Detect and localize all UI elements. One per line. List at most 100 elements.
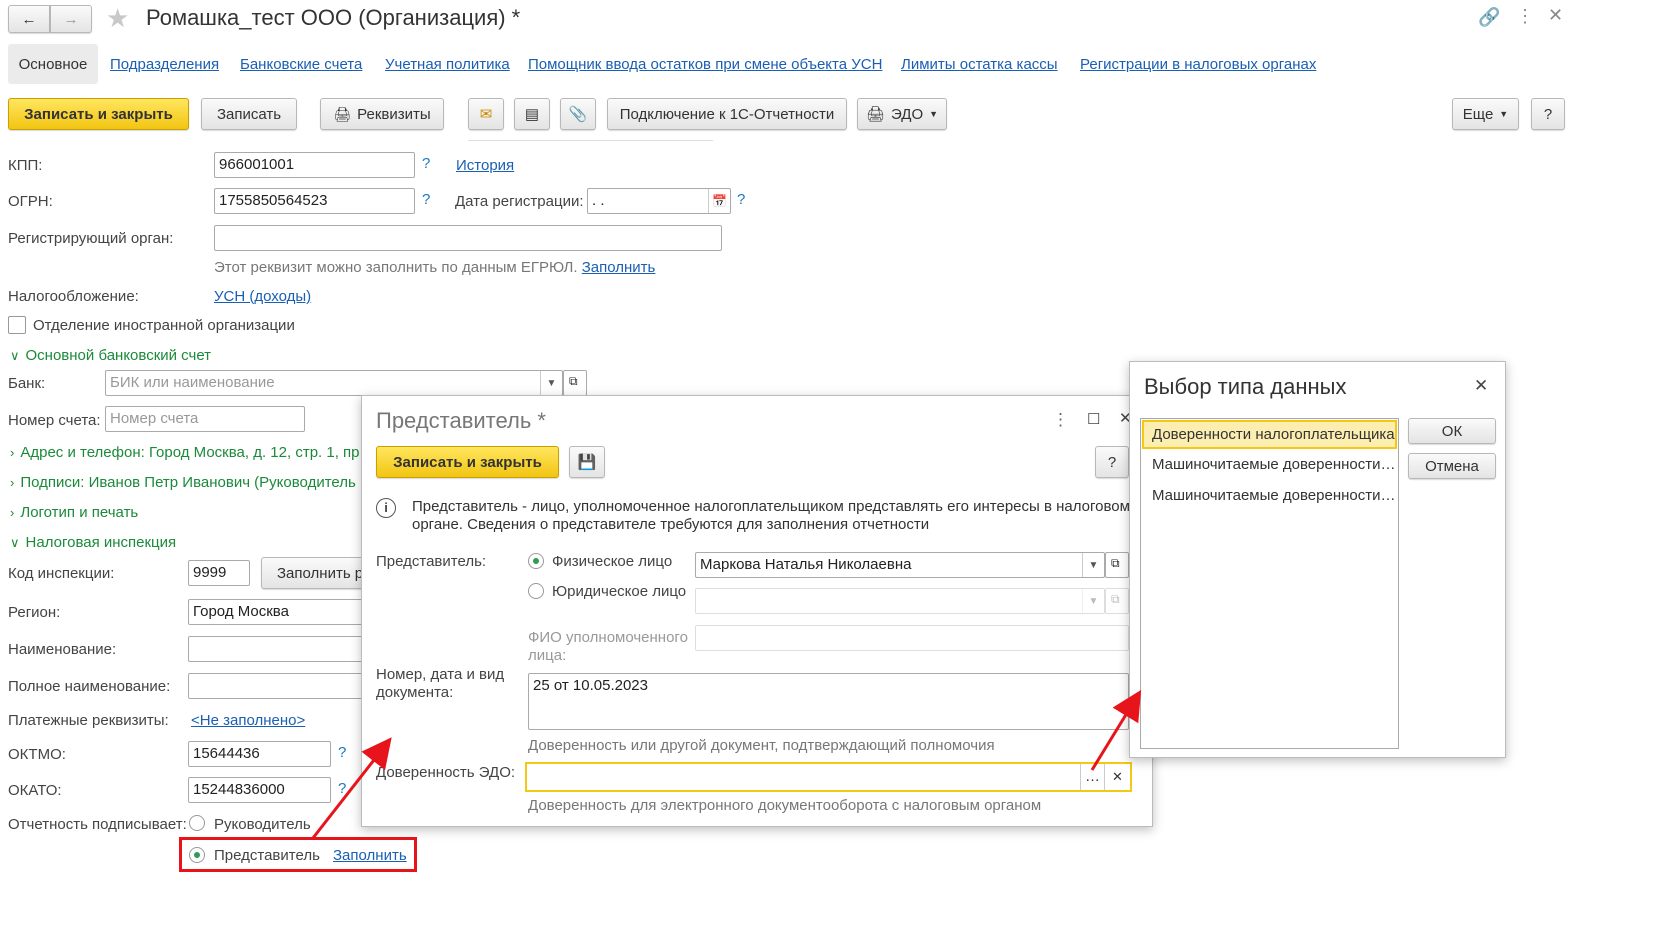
dropdown-icon[interactable]: ▼ — [540, 371, 562, 395]
open-icon: ⧉ — [1111, 592, 1120, 606]
window-title: Ромашка_тест ООО (Организация) * — [146, 5, 521, 30]
list-item[interactable]: Машиночитаемые доверенности… — [1142, 483, 1397, 512]
star-icon[interactable]: ★ — [106, 3, 129, 34]
requisites-button[interactable]: 🖨 Реквизиты — [320, 98, 444, 130]
legal-field[interactable]: ▼ — [695, 588, 1105, 614]
okato-help-icon[interactable]: ? — [338, 780, 346, 797]
fio-label: ФИО уполномоченного лица: — [528, 629, 688, 664]
signatures-section-header[interactable]: › Подписи: Иванов Петр Иванович (Руководи… — [10, 474, 362, 491]
legal-radio[interactable] — [528, 583, 544, 599]
dropdown-icon[interactable]: ▼ — [1082, 553, 1104, 577]
tab-tax-registrations[interactable]: Регистрации в налоговых органах — [1080, 56, 1316, 73]
kpp-field[interactable]: 966001001 — [214, 152, 415, 178]
ok-button[interactable]: ОК — [1408, 418, 1496, 444]
tax-office-section-header[interactable]: ∨ Налоговая инспекция — [10, 534, 176, 551]
rep-save-icon-button[interactable]: 💾 — [569, 446, 605, 478]
doc-field[interactable]: 25 от 10.05.2023 — [528, 673, 1129, 730]
individual-open-button[interactable]: ⧉ — [1105, 552, 1129, 578]
mail-button[interactable]: ✉ — [468, 98, 504, 130]
history-link[interactable]: История — [456, 157, 514, 174]
logo-section-header[interactable]: › Логотип и печать — [10, 504, 138, 521]
connect-reporting-button[interactable]: Подключение к 1С-Отчетности — [607, 98, 847, 130]
tab-accounting-policy[interactable]: Учетная политика — [385, 56, 510, 73]
oktmo-label: ОКТМО: — [8, 746, 66, 763]
link-icon[interactable]: 🔗 — [1478, 7, 1500, 28]
bank-open-button[interactable]: ⧉ — [563, 370, 587, 396]
account-field[interactable]: Номер счета — [105, 406, 305, 432]
kpp-help-icon[interactable]: ? — [422, 155, 430, 172]
save-button[interactable]: Записать — [201, 98, 297, 130]
region-field[interactable]: Город Москва — [188, 599, 368, 625]
chevron-right-icon: › — [10, 505, 15, 520]
reg-date-field[interactable]: . . 📅 — [587, 188, 731, 214]
tab-cash-limits[interactable]: Лимиты остатка кассы — [901, 56, 1058, 73]
oktmo-help-icon[interactable]: ? — [338, 744, 346, 761]
tab-main[interactable]: Основное — [8, 44, 98, 84]
close-icon[interactable]: ✕ — [1474, 376, 1488, 396]
back-button[interactable]: ← — [8, 5, 50, 33]
chevron-down-icon: ∨ — [10, 348, 20, 363]
account-label: Номер счета: — [8, 412, 101, 429]
ifns-code-field[interactable]: 9999 — [188, 560, 250, 586]
tab-bank-accounts[interactable]: Банковские счета — [240, 56, 362, 73]
name-field[interactable] — [188, 636, 368, 662]
signs-rep-radio[interactable] — [189, 847, 205, 863]
payment-link[interactable]: <Не заполнено> — [191, 712, 305, 729]
tab-usn-assistant[interactable]: Помощник ввода остатков при смене объект… — [528, 56, 882, 73]
ellipsis-button[interactable]: … — [1080, 764, 1104, 790]
rep-help-button[interactable]: ? — [1095, 446, 1129, 478]
menu-dots-icon[interactable]: ⋮ — [1052, 410, 1069, 430]
individual-field[interactable]: Маркова Наталья Николаевна ▼ — [695, 552, 1105, 578]
type-dialog-title: Выбор типа данных — [1144, 374, 1347, 399]
list-item[interactable]: Машиночитаемые доверенности… — [1142, 452, 1397, 481]
reg-organ-field[interactable] — [214, 225, 722, 251]
address-section-header[interactable]: › Адрес и телефон: Город Москва, д. 12, с… — [10, 444, 362, 461]
save-and-close-button[interactable]: Записать и закрыть — [8, 98, 189, 130]
tab-divisions[interactable]: Подразделения — [110, 56, 219, 73]
chevron-down-icon: ▼ — [929, 109, 939, 119]
individual-label: Физическое лицо — [552, 553, 673, 570]
reg-date-label: Дата регистрации: — [455, 193, 584, 210]
legal-open-button[interactable]: ⧉ — [1105, 588, 1129, 614]
fill-requisites-button[interactable]: Заполнить р — [261, 557, 371, 589]
okato-field[interactable]: 15244836000 — [188, 777, 331, 803]
menu-dots-icon[interactable]: ⋮ — [1516, 6, 1534, 27]
ogrn-field[interactable]: 1755850564523 — [214, 188, 415, 214]
open-icon: ⧉ — [569, 374, 578, 388]
close-icon[interactable]: ✕ — [1548, 5, 1563, 26]
bank-section-header[interactable]: ∨ Основной банковский счет — [10, 347, 211, 364]
maximize-icon[interactable]: ☐ — [1087, 410, 1100, 428]
ogrn-help-icon[interactable]: ? — [422, 191, 430, 208]
individual-radio[interactable] — [528, 553, 544, 569]
list-button[interactable]: ▤ — [514, 98, 550, 130]
signs-label: Отчетность подписывает: — [8, 816, 187, 833]
signs-head-radio[interactable] — [189, 815, 205, 831]
forward-button[interactable]: → — [50, 5, 92, 33]
help-button[interactable]: ? — [1531, 98, 1565, 130]
calendar-icon[interactable]: 📅 — [708, 189, 730, 213]
signs-fill-link[interactable]: Заполнить — [333, 847, 407, 864]
list-item[interactable]: Доверенности налогоплательщика — [1142, 420, 1397, 449]
rep-save-close-button[interactable]: Записать и закрыть — [376, 446, 559, 478]
attach-button[interactable]: 📎 — [560, 98, 596, 130]
egrul-fill-link[interactable]: Заполнить — [582, 259, 656, 276]
tax-system-link[interactable]: УСН (доходы) — [214, 288, 311, 305]
chevron-right-icon: › — [10, 475, 15, 490]
rep-label: Представитель: — [376, 553, 487, 570]
edo-button[interactable]: 🖨 ЭДО ▼ — [857, 98, 947, 130]
fio-field[interactable] — [695, 625, 1129, 651]
reg-date-help-icon[interactable]: ? — [737, 191, 745, 208]
toolbar-divider — [468, 140, 713, 141]
edo-field[interactable]: … ✕ — [525, 762, 1132, 792]
fullname-field[interactable] — [188, 673, 368, 699]
dropdown-icon[interactable]: ▼ — [1082, 589, 1104, 613]
cancel-button[interactable]: Отмена — [1408, 453, 1496, 479]
kpp-label: КПП: — [8, 157, 43, 174]
clear-icon[interactable]: ✕ — [1104, 764, 1130, 790]
bank-field[interactable]: БИК или наименование ▼ — [105, 370, 563, 396]
chevron-down-icon: ∨ — [10, 535, 20, 550]
more-button[interactable]: Еще ▼ — [1452, 98, 1519, 130]
type-list[interactable]: Доверенности налогоплательщика Машиночит… — [1140, 418, 1399, 749]
oktmo-field[interactable]: 15644436 — [188, 741, 331, 767]
foreign-checkbox[interactable] — [8, 316, 26, 334]
